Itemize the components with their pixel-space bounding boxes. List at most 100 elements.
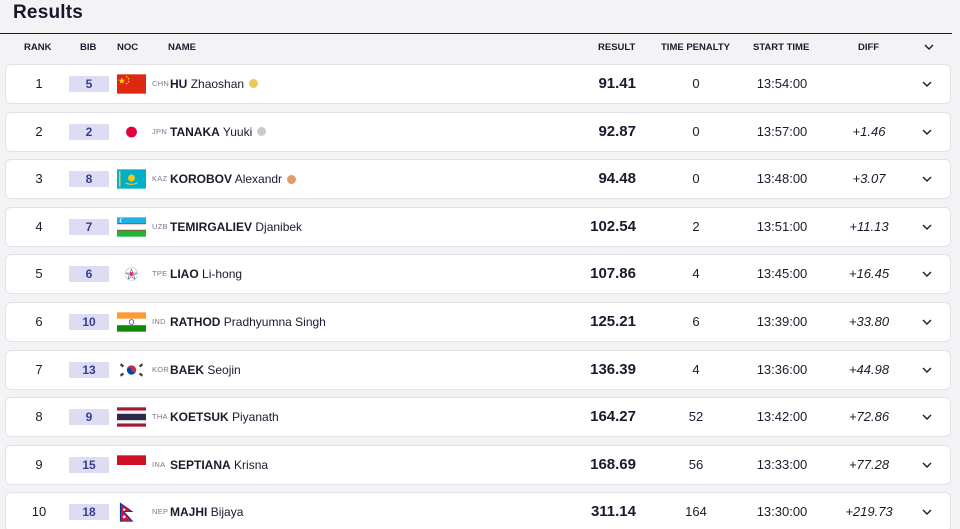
- table-row[interactable]: 1 5 CHN HU Zhaoshan 91.41 0 13:54:00: [5, 64, 951, 104]
- table-row[interactable]: 8 9 THA KOETSUK Piyanath 164.27 52 13:42:00 +72…: [5, 397, 951, 438]
- result-value: 136.39: [590, 360, 636, 378]
- athlete-first-name: Li-hong: [202, 267, 243, 282]
- time-penalty-value: 164: [685, 504, 707, 520]
- result-value: 168.69: [590, 455, 636, 473]
- athlete-name: TANAKA Yuuki: [170, 113, 267, 151]
- start-time-value: 13:36:00: [756, 361, 808, 377]
- athlete-name: KOETSUK Piyanath: [170, 398, 279, 436]
- result-value: 92.87: [598, 122, 636, 140]
- chevron-down-icon[interactable]: [921, 507, 933, 517]
- table-row[interactable]: 10 18 NEP MAJHI Bijaya 311.14 164 13:30:00 +219…: [5, 492, 951, 529]
- bib-badge: 7: [69, 218, 109, 235]
- table-row[interactable]: 2 2 JPN TANAKA Yuuki 92.87 0 13:57:00 +1.46: [5, 111, 951, 152]
- diff-value: +3.07: [852, 171, 886, 187]
- start-time-value: 13:39:00: [756, 314, 808, 329]
- chevron-down-icon[interactable]: [921, 79, 933, 89]
- rank-cell: 7: [35, 361, 43, 377]
- athlete-last-name: BAEK: [170, 362, 205, 377]
- athlete-first-name: Alexandr: [234, 172, 283, 187]
- athlete-last-name: TANAKA: [170, 124, 220, 139]
- flag-ina-icon: [117, 455, 146, 475]
- noc-code: JPN: [152, 126, 168, 136]
- time-penalty-value: 4: [692, 266, 700, 282]
- title-divider: [0, 33, 952, 34]
- result-value: 107.86: [590, 265, 636, 283]
- results-page: Results RANK BIB NOC NAME RESULT TIME PE…: [0, 0, 960, 529]
- start-time-value: 13:33:00: [756, 456, 808, 472]
- bib-badge: 8: [69, 171, 109, 188]
- bib-badge: 15: [69, 456, 109, 473]
- chevron-down-icon[interactable]: [921, 174, 933, 184]
- rank-cell: 2: [35, 123, 43, 139]
- athlete-name: MAJHI Bijaya: [170, 493, 243, 529]
- chevron-down-icon[interactable]: [921, 460, 933, 470]
- athlete-last-name: SEPTIANA: [170, 457, 231, 472]
- bib-badge: 5: [69, 76, 109, 92]
- header-name: NAME: [168, 42, 196, 53]
- flag-ind-icon: [117, 312, 146, 332]
- athlete-name: SEPTIANA Krisna: [170, 446, 268, 484]
- flag-kor-icon: [117, 359, 146, 380]
- athlete-name: LIAO Li-hong: [170, 255, 242, 293]
- bib-badge: 10: [69, 314, 109, 330]
- diff-value: +1.46: [852, 123, 886, 139]
- start-time-value: 13:54:00: [756, 76, 808, 91]
- athlete-last-name: KOROBOV: [170, 172, 233, 187]
- bib-badge: 13: [69, 361, 109, 378]
- time-penalty-value: 2: [692, 218, 700, 234]
- table-row[interactable]: 9 15 INA SEPTIANA Krisna 168.69 56 13:33:00 +77…: [5, 444, 951, 485]
- athlete-last-name: HU: [170, 77, 188, 91]
- noc-code: CHN: [152, 79, 170, 88]
- athlete-last-name: TEMIRGALIEV: [170, 219, 253, 234]
- header-start-time: START TIME: [753, 42, 810, 53]
- noc-code: NEP: [152, 507, 169, 517]
- chevron-down-icon[interactable]: [921, 365, 933, 375]
- table-row[interactable]: 4 7 UZB TEMIRGALIEV Djanibek 102.54 2 13:51:00…: [5, 206, 951, 247]
- athlete-name: TEMIRGALIEV Djanibek: [170, 208, 302, 246]
- chevron-down-icon[interactable]: [921, 127, 933, 137]
- header-bib: BIB: [80, 42, 97, 53]
- chevron-down-icon[interactable]: [923, 42, 935, 52]
- diff-value: +11.13: [849, 218, 889, 234]
- athlete-last-name: MAJHI: [170, 505, 208, 520]
- noc-code: INA: [152, 459, 166, 469]
- table-row[interactable]: 6 10 IND RATHOD Pradhyumna Singh 125.21 6 13:3…: [5, 302, 951, 342]
- bib-badge: 18: [69, 504, 109, 521]
- rank-cell: 8: [35, 409, 43, 425]
- flag-tpe-icon: [117, 264, 146, 285]
- noc-code: UZB: [152, 221, 168, 231]
- athlete-first-name: Yuuki: [222, 124, 253, 139]
- page-title: Results: [13, 2, 84, 23]
- header-rank: RANK: [24, 42, 52, 53]
- athlete-last-name: KOETSUK: [170, 410, 229, 425]
- diff-value: [826, 65, 912, 103]
- header-diff: DIFF: [858, 42, 880, 53]
- table-row[interactable]: 3 8 KAZ KOROBOV Alexandr 94.48 0 13:48:00 +3.07: [5, 159, 951, 200]
- athlete-name: RATHOD Pradhyumna Singh: [170, 303, 326, 341]
- header-time-penalty: TIME PENALTY: [661, 42, 730, 53]
- start-time-value: 13:42:00: [756, 409, 808, 425]
- noc-code: KOR: [152, 364, 170, 374]
- chevron-down-icon[interactable]: [921, 412, 933, 422]
- time-penalty-value: 0: [692, 76, 700, 91]
- rank-cell: 1: [35, 76, 43, 91]
- athlete-name: BAEK Seojin: [170, 351, 241, 389]
- noc-code: IND: [152, 317, 166, 326]
- table-row[interactable]: 5 6 TPE LIAO Li-hong 107.86 4 13:45:00 +16.45: [5, 254, 951, 295]
- chevron-down-icon[interactable]: [921, 317, 933, 327]
- diff-value: +77.28: [848, 456, 890, 472]
- flag-jpn-icon: [117, 121, 146, 142]
- rank-cell: 10: [31, 504, 47, 520]
- flag-chn-icon: [117, 74, 146, 94]
- chevron-down-icon[interactable]: [921, 222, 933, 232]
- athlete-first-name: Piyanath: [232, 410, 279, 425]
- flag-uzb-icon: [117, 217, 146, 237]
- bib-badge: 6: [69, 266, 109, 283]
- table-row[interactable]: 7 13 KOR BAEK Seojin 136.39 4 13:36:00 +44.98: [5, 349, 951, 390]
- time-penalty-value: 56: [688, 456, 704, 472]
- chevron-down-icon[interactable]: [921, 269, 933, 279]
- diff-value: +33.80: [848, 314, 890, 329]
- rank-cell: 9: [35, 456, 43, 472]
- flag-nep-icon: [117, 502, 146, 523]
- athlete-first-name: Bijaya: [210, 505, 244, 520]
